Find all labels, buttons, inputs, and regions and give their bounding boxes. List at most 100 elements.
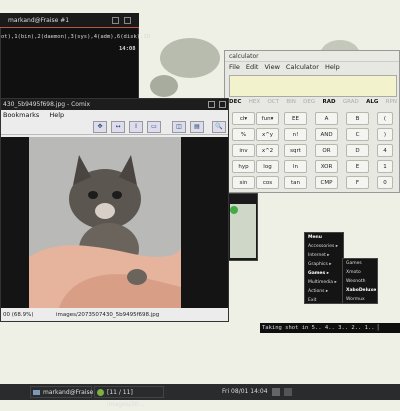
menu-calculator[interactable]: Calculator — [286, 62, 319, 73]
background-blob — [150, 75, 178, 97]
calc-key[interactable]: XOR — [315, 160, 338, 173]
terminal-icon — [33, 390, 40, 395]
calc-key[interactable]: log — [256, 160, 279, 173]
taskbar: markand@Fraise [11 / 11] images/20... Fr… — [0, 384, 400, 408]
background-blob — [160, 38, 220, 78]
mode-grad[interactable]: GRAD — [343, 99, 359, 109]
fit-height-icon[interactable]: I — [129, 121, 143, 133]
terminal-output-line: ot),1(bin),2(daemon),3(sys),4(adm),6(dis… — [1, 34, 151, 40]
mode-rpn[interactable]: RPN — [386, 99, 397, 109]
calc-key[interactable]: E — [346, 160, 369, 173]
calc-key[interactable]: 4 — [377, 144, 393, 157]
submenu-item-wormux[interactable]: Wormux — [343, 295, 377, 304]
comix-menubar: Bookmarks Help — [1, 110, 228, 120]
comix-titlebar[interactable]: 430_5b9495f698.jpg - Comix — [1, 99, 228, 110]
mode-dec[interactable]: DEC — [229, 99, 241, 109]
tray-icon[interactable] — [272, 388, 280, 396]
comix-app-icon — [97, 389, 104, 396]
calc-key[interactable]: cos — [256, 176, 279, 189]
mode-hex[interactable]: HEX — [249, 99, 260, 109]
thumbnail-window[interactable] — [226, 193, 258, 261]
calc-key[interactable]: sqrt — [284, 144, 307, 157]
mode-alg[interactable]: ALG — [366, 99, 378, 109]
close-icon[interactable] — [219, 101, 226, 108]
fit-width-icon[interactable]: ↔ — [111, 121, 125, 133]
calc-key[interactable]: cl▾ — [232, 112, 255, 125]
calc-key[interactable]: C — [346, 128, 369, 141]
terminal-title: markand@Fraise #1 — [8, 17, 70, 24]
mode-bin[interactable]: BIN — [286, 99, 296, 109]
thumbnails-icon[interactable]: ▤ — [190, 121, 204, 133]
menu-item-exit[interactable]: Exit — [305, 296, 343, 305]
app-menu: Menu Accessories ▸ Internet ▸ Graphics ▸… — [304, 232, 344, 304]
calculator-menubar: File Edit View Calculator Help — [225, 62, 399, 73]
calc-key[interactable]: ) — [377, 128, 393, 141]
double-page-icon[interactable]: ◫ — [172, 121, 186, 133]
menu-item-games[interactable]: Games ▸ — [305, 269, 343, 278]
calc-key[interactable]: tan — [284, 176, 307, 189]
menu-file[interactable]: File — [229, 62, 240, 73]
calc-key[interactable]: % — [232, 128, 255, 141]
calc-key[interactable]: sin — [232, 176, 255, 189]
menu-item-accessories[interactable]: Accessories ▸ — [305, 242, 343, 251]
menu-item-actions[interactable]: Actions ▸ — [305, 287, 343, 296]
fit-best-icon[interactable]: ✥ — [93, 121, 107, 133]
menu-help[interactable]: Help — [325, 62, 340, 73]
calc-key[interactable]: x^y — [256, 128, 279, 141]
comix-window[interactable]: 430_5b9495f698.jpg - Comix Bookmarks Hel… — [0, 98, 229, 322]
calc-key[interactable]: AND — [315, 128, 338, 141]
calc-key[interactable]: x^2 — [256, 144, 279, 157]
calc-key[interactable]: 0 — [377, 176, 393, 189]
submenu-item-xabodeluxe[interactable]: XaboDeluxe — [343, 286, 377, 295]
calc-key[interactable]: CMP — [315, 176, 338, 189]
menu-item-graphics[interactable]: Graphics ▸ — [305, 260, 343, 269]
calc-key[interactable]: hyp — [232, 160, 255, 173]
calculator-window[interactable]: calculator File Edit View Calculator Hel… — [224, 50, 400, 193]
taskbar-clock: Fri 08/01 14:04 — [222, 388, 268, 395]
calculator-modes: DEC HEX OCT BIN DEG RAD GRAD ALG RPN — [229, 99, 397, 109]
task-comix[interactable]: [11 / 11] images/20... — [94, 386, 164, 408]
mode-rad[interactable]: RAD — [323, 99, 336, 109]
calc-key[interactable]: 1 — [377, 160, 393, 173]
submenu-item-xmoto[interactable]: Xmoto — [343, 268, 377, 277]
terminal-clock: 14:08 — [119, 46, 136, 52]
menu-bookmarks[interactable]: Bookmarks — [3, 110, 39, 120]
menu-item-multimedia[interactable]: Multimedia ▸ — [305, 278, 343, 287]
task-terminal[interactable]: markand@Fraise — [30, 386, 94, 398]
mode-deg[interactable]: DEG — [303, 99, 315, 109]
mode-oct[interactable]: OCT — [267, 99, 279, 109]
calc-key[interactable]: D — [346, 144, 369, 157]
terminal-titlebar[interactable]: markand@Fraise #1 — [0, 13, 139, 28]
comix-toolbar: ✥ ↔ I ▭ ◫ ▤ 🔍 — [1, 120, 228, 135]
kitten-illustration — [29, 137, 181, 308]
calc-key[interactable]: ( — [377, 112, 393, 125]
menu-edit[interactable]: Edit — [246, 62, 259, 73]
menu-help[interactable]: Help — [49, 110, 64, 120]
magnify-icon[interactable]: 🔍 — [212, 121, 226, 133]
submenu-item-wesnoth[interactable]: Wesnoth — [343, 277, 377, 286]
calculator-display — [229, 75, 397, 97]
calc-key[interactable]: OR — [315, 144, 338, 157]
image-viewer[interactable] — [1, 137, 228, 308]
menu-view[interactable]: View — [264, 62, 279, 73]
zoom-status: 00 (68.9%) — [3, 312, 34, 318]
submenu-header: Games — [346, 261, 362, 266]
calc-key[interactable]: EE — [284, 112, 307, 125]
file-path-status: images/2073507430_5b9495f698.jpg — [56, 312, 160, 318]
manual-zoom-icon[interactable]: ▭ — [147, 121, 161, 133]
calc-key[interactable]: n! — [284, 128, 307, 141]
calc-key[interactable]: ln — [284, 160, 307, 173]
screenshot-countdown: Taking shot in 5.. 4.. 3.. 2.. 1.. ▏ — [260, 323, 400, 333]
kitten-photo — [29, 137, 181, 308]
minimize-icon[interactable] — [208, 101, 215, 108]
tray-icon[interactable] — [284, 388, 292, 396]
minimize-icon[interactable] — [112, 17, 119, 24]
calc-key[interactable]: B — [346, 112, 369, 125]
close-icon[interactable] — [124, 17, 131, 24]
task-label: markand@Fraise — [43, 389, 94, 396]
calc-key[interactable]: fun▾ — [256, 112, 279, 125]
calc-key[interactable]: A — [315, 112, 338, 125]
calc-key[interactable]: inv — [232, 144, 255, 157]
calc-key[interactable]: F — [346, 176, 369, 189]
menu-item-internet[interactable]: Internet ▸ — [305, 251, 343, 260]
